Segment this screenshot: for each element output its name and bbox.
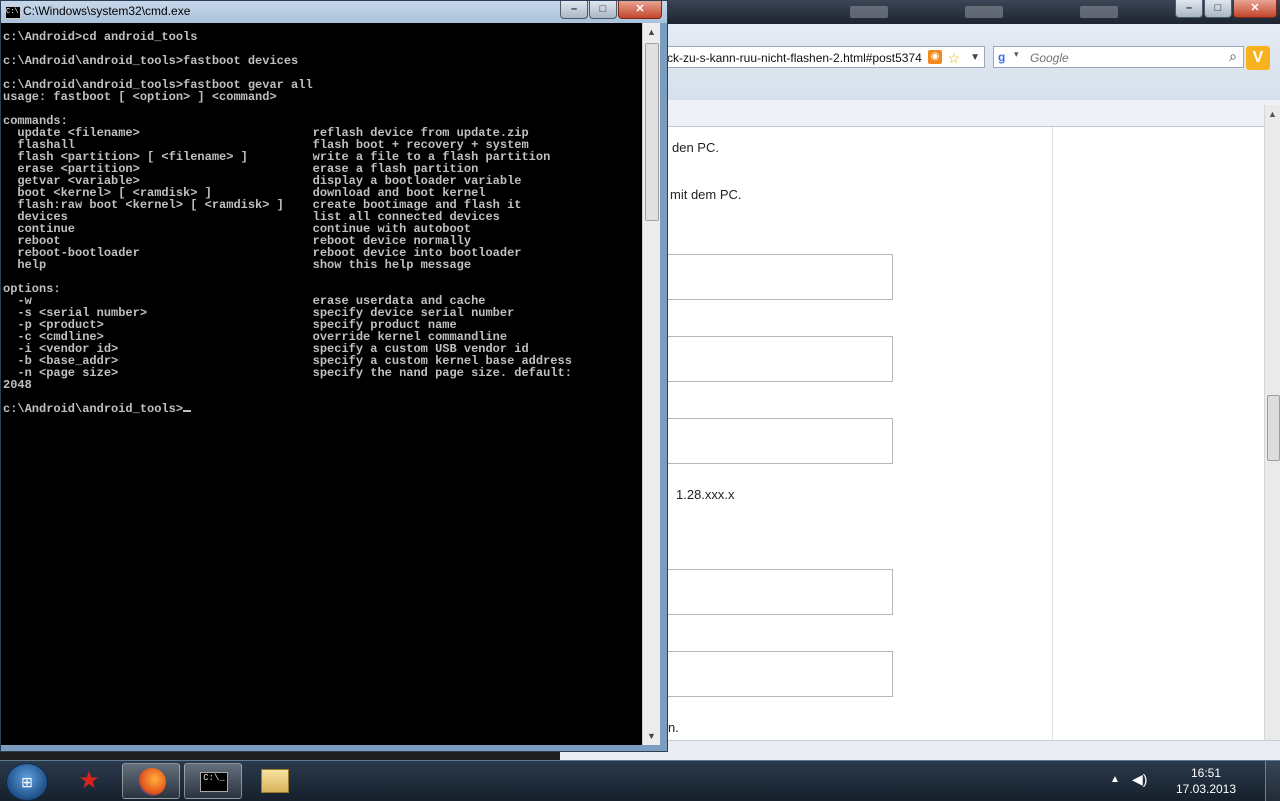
browser-maximize-button[interactable]: □ [1204, 0, 1232, 18]
folder-icon [261, 769, 289, 793]
browser-close-button[interactable]: ✕ [1233, 0, 1277, 18]
browser-statusbar [560, 740, 1280, 760]
search-input[interactable] [1028, 48, 1212, 68]
pokerstars-icon: ★ [78, 767, 100, 794]
chevron-down-icon[interactable]: ▼ [970, 47, 980, 67]
scrollbar-thumb[interactable] [645, 43, 659, 221]
chevron-down-icon[interactable]: ▾ [1014, 49, 1019, 60]
cmd-window-controls: – □ ✕ [559, 1, 662, 19]
firefox-icon [138, 768, 166, 796]
browser-minimize-button[interactable]: – [1175, 0, 1203, 18]
text-cursor [183, 410, 192, 412]
titlebar-tab-shadow [965, 6, 1003, 18]
cmd-close-button[interactable]: ✕ [618, 1, 662, 19]
rss-feed-icon[interactable]: ◉ [928, 50, 942, 64]
show-hidden-icons-icon[interactable]: ▲ [1110, 774, 1120, 785]
speaker-icon[interactable]: ◀) [1132, 771, 1147, 788]
form-field[interactable] [640, 569, 893, 615]
form-field[interactable] [640, 418, 893, 464]
taskbar: ⊞ ★ C:\_ ▲ ◀) 16:51 17.03.2013 [0, 760, 1280, 801]
bookmarks-bar [560, 100, 1280, 127]
show-desktop-button[interactable] [1265, 761, 1280, 801]
form-field[interactable] [640, 651, 893, 697]
page-text: den PC. [672, 140, 719, 155]
cmd-icon: C:\_ [200, 772, 228, 792]
cmd-titlebar[interactable]: C:\ C:\Windows\system32\cmd.exe – □ ✕ [1, 1, 667, 23]
console-text: c:\Android>cd android_tools c:\Android\a… [3, 30, 572, 416]
cmd-minimize-button[interactable]: – [560, 1, 588, 19]
clock-time: 16:51 [1190, 766, 1222, 780]
search-bar: g ▾ ⌕ [993, 46, 1244, 68]
page-text: mit dem PC. [670, 187, 742, 202]
scroll-up-arrow-icon[interactable]: ▲ [647, 27, 656, 37]
console-output-area[interactable]: c:\Android>cd android_tools c:\Android\a… [1, 23, 642, 745]
taskbar-explorer-button[interactable] [246, 763, 304, 799]
cmd-icon[interactable]: C:\ [5, 6, 21, 19]
scroll-down-arrow-icon[interactable]: ▼ [647, 731, 656, 741]
cmd-maximize-button[interactable]: □ [589, 1, 617, 19]
google-icon[interactable]: g [998, 50, 1012, 64]
page-text: 1.28.xxx.x [676, 487, 735, 502]
system-tray: ▲ ◀) 16:51 17.03.2013 [1110, 761, 1280, 801]
scrollbar-thumb[interactable] [1267, 395, 1280, 461]
column-divider [1052, 127, 1053, 740]
taskbar-pokerstars-button[interactable]: ★ [60, 763, 118, 799]
address-url: ck-zu-s-kann-ruu-nicht-flashen-2.html#po… [667, 51, 922, 65]
start-button[interactable]: ⊞ [6, 763, 48, 801]
addon-v-icon[interactable]: V [1246, 46, 1270, 70]
clock[interactable]: 16:51 17.03.2013 [1166, 765, 1246, 797]
bookmark-star-icon[interactable]: ☆ [947, 47, 960, 67]
scroll-up-arrow-icon[interactable]: ▲ [1268, 109, 1277, 119]
windows-logo-icon: ⊞ [21, 774, 33, 790]
address-bar[interactable]: ck-zu-s-kann-ruu-nicht-flashen-2.html#po… [660, 46, 985, 68]
titlebar-tab-shadow [1080, 6, 1118, 18]
taskbar-cmd-button[interactable]: C:\_ [184, 763, 242, 799]
browser-titlebar: – □ ✕ [560, 0, 1280, 24]
page-text: n. [668, 720, 679, 735]
cmd-window: C:\ C:\Windows\system32\cmd.exe – □ ✕ c:… [0, 0, 668, 752]
cmd-scrollbar[interactable]: ▲ ▼ [642, 23, 660, 745]
taskbar-firefox-button[interactable] [122, 763, 180, 799]
form-field[interactable] [640, 254, 893, 300]
cmd-window-title: C:\Windows\system32\cmd.exe [23, 4, 191, 18]
clock-date: 17.03.2013 [1175, 782, 1237, 796]
titlebar-tab-shadow [850, 6, 888, 18]
form-field[interactable] [640, 336, 893, 382]
browser-window-controls: – □ ✕ [1174, 0, 1277, 18]
browser-scrollbar[interactable]: ▲ [1264, 105, 1280, 740]
browser-window: – □ ✕ ck-zu-s-kann-ruu-nicht-flashen-2.h… [560, 0, 1280, 760]
search-icon[interactable]: ⌕ [1229, 48, 1237, 65]
